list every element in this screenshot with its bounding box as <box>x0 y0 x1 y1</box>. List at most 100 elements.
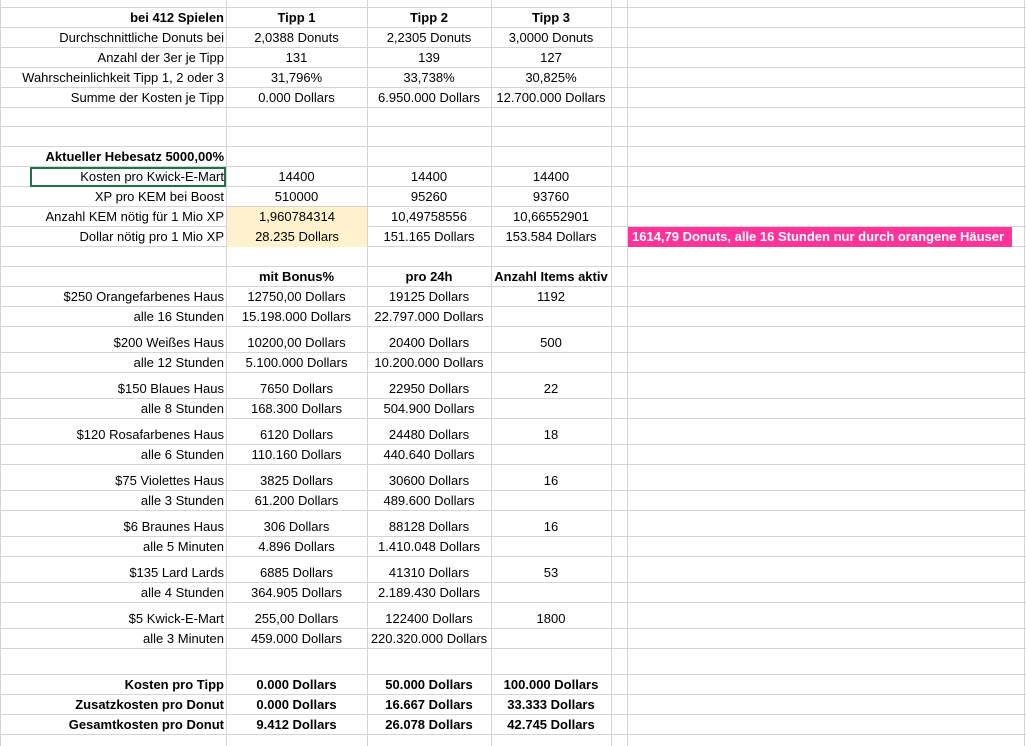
kem-label-selected[interactable]: Kosten pro Kwick-E-Mart <box>30 167 226 187</box>
item-name[interactable]: $75 Violettes Haus <box>0 471 226 491</box>
item-per24-total[interactable]: 504.900 Dollars <box>367 399 491 419</box>
header-tipp1[interactable]: Tipp 1 <box>226 8 367 28</box>
kem-t3[interactable]: 14400 <box>491 167 611 187</box>
summary-t3[interactable]: 30,825% <box>491 68 611 88</box>
item-active[interactable]: 53 <box>491 563 611 583</box>
summary-t1[interactable]: 0.000 Dollars <box>226 88 367 108</box>
total-t1[interactable]: 9.412 Dollars <box>226 715 367 735</box>
kem-t2[interactable]: 95260 <box>367 187 491 207</box>
summary-t2[interactable]: 6.950.000 Dollars <box>367 88 491 108</box>
item-active[interactable]: 500 <box>491 333 611 353</box>
items-header-per24[interactable]: pro 24h <box>367 267 491 287</box>
kem-t1-highlight[interactable]: 1,960784314 <box>227 207 367 227</box>
item-interval[interactable]: alle 3 Minuten <box>0 629 226 649</box>
total-t1[interactable]: 0.000 Dollars <box>226 695 367 715</box>
item-per24[interactable]: 30600 Dollars <box>367 471 491 491</box>
total-t2[interactable]: 26.078 Dollars <box>367 715 491 735</box>
item-per24[interactable]: 88128 Dollars <box>367 517 491 537</box>
item-active[interactable]: 18 <box>491 425 611 445</box>
kem-t2[interactable]: 151.165 Dollars <box>367 227 491 247</box>
item-bonus-total[interactable]: 61.200 Dollars <box>226 491 367 511</box>
item-bonus[interactable]: 306 Dollars <box>226 517 367 537</box>
item-per24-total[interactable]: 22.797.000 Dollars <box>367 307 491 327</box>
summary-t1[interactable]: 2,0388 Donuts <box>226 28 367 48</box>
summary-t3[interactable]: 12.700.000 Dollars <box>491 88 611 108</box>
item-bonus-total[interactable]: 168.300 Dollars <box>226 399 367 419</box>
total-t3[interactable]: 100.000 Dollars <box>491 675 611 695</box>
header-tipp2[interactable]: Tipp 2 <box>367 8 491 28</box>
item-active[interactable]: 1192 <box>491 287 611 307</box>
kem-t3[interactable]: 153.584 Dollars <box>491 227 611 247</box>
item-name[interactable]: $5 Kwick-E-Mart <box>0 609 226 629</box>
item-bonus[interactable]: 3825 Dollars <box>226 471 367 491</box>
item-per24-total[interactable]: 1.410.048 Dollars <box>367 537 491 557</box>
item-per24-total[interactable]: 10.200.000 Dollars <box>367 353 491 373</box>
item-per24-total[interactable]: 489.600 Dollars <box>367 491 491 511</box>
kem-t2[interactable]: 14400 <box>367 167 491 187</box>
total-label[interactable]: Zusatzkosten pro Donut <box>0 695 226 715</box>
item-bonus[interactable]: 12750,00 Dollars <box>226 287 367 307</box>
item-bonus-total[interactable]: 364.905 Dollars <box>226 583 367 603</box>
item-interval[interactable]: alle 8 Stunden <box>0 399 226 419</box>
summary-label[interactable]: Durchschnittliche Donuts bei <box>0 28 226 48</box>
item-per24[interactable]: 20400 Dollars <box>367 333 491 353</box>
item-interval[interactable]: alle 16 Stunden <box>0 307 226 327</box>
items-header-bonus[interactable]: mit Bonus% <box>226 267 367 287</box>
item-name[interactable]: $250 Orangefarbenes Haus <box>0 287 226 307</box>
item-bonus-total[interactable]: 15.198.000 Dollars <box>226 307 367 327</box>
item-per24[interactable]: 24480 Dollars <box>367 425 491 445</box>
summary-t2[interactable]: 2,2305 Donuts <box>367 28 491 48</box>
item-per24[interactable]: 19125 Dollars <box>367 287 491 307</box>
kem-t3[interactable]: 93760 <box>491 187 611 207</box>
kem-t1[interactable]: 14400 <box>226 167 367 187</box>
items-header-active[interactable]: Anzahl Items aktiv <box>491 267 611 287</box>
kem-label[interactable]: Dollar nötig pro 1 Mio XP <box>0 227 226 247</box>
total-label[interactable]: Kosten pro Tipp <box>0 675 226 695</box>
hebesatz-label[interactable]: Aktueller Hebesatz 5000,00% <box>0 147 226 167</box>
kem-t3[interactable]: 10,66552901 <box>491 207 611 227</box>
item-name[interactable]: $150 Blaues Haus <box>0 379 226 399</box>
summary-label[interactable]: Anzahl der 3er je Tipp <box>0 48 226 68</box>
header-tipp3[interactable]: Tipp 3 <box>491 8 611 28</box>
summary-t2[interactable]: 33,738% <box>367 68 491 88</box>
kem-t2[interactable]: 10,49758556 <box>367 207 491 227</box>
summary-t1[interactable]: 131 <box>226 48 367 68</box>
header-label[interactable]: bei 412 Spielen <box>0 8 226 28</box>
item-per24-total[interactable]: 2.189.430 Dollars <box>367 583 491 603</box>
summary-label[interactable]: Summe der Kosten je Tipp <box>0 88 226 108</box>
summary-t1[interactable]: 31,796% <box>226 68 367 88</box>
item-bonus-total[interactable]: 4.896 Dollars <box>226 537 367 557</box>
item-bonus[interactable]: 6885 Dollars <box>226 563 367 583</box>
pink-note-cell[interactable]: 1614,79 Donuts, alle 16 Stunden nur durc… <box>628 227 1012 247</box>
item-bonus-total[interactable]: 110.160 Dollars <box>226 445 367 465</box>
item-interval[interactable]: alle 3 Stunden <box>0 491 226 511</box>
item-active[interactable]: 16 <box>491 471 611 491</box>
summary-t2[interactable]: 139 <box>367 48 491 68</box>
total-t2[interactable]: 16.667 Dollars <box>367 695 491 715</box>
item-per24[interactable]: 122400 Dollars <box>367 609 491 629</box>
item-interval[interactable]: alle 5 Minuten <box>0 537 226 557</box>
item-active[interactable]: 16 <box>491 517 611 537</box>
item-active[interactable]: 1800 <box>491 609 611 629</box>
spreadsheet-grid[interactable]: bei 412 Spielen Tipp 1 Tipp 2 Tipp 3 Dur… <box>0 0 1026 746</box>
item-bonus[interactable]: 6120 Dollars <box>226 425 367 445</box>
item-active[interactable]: 22 <box>491 379 611 399</box>
item-bonus[interactable]: 10200,00 Dollars <box>226 333 367 353</box>
total-t3[interactable]: 42.745 Dollars <box>491 715 611 735</box>
item-bonus[interactable]: 7650 Dollars <box>226 379 367 399</box>
total-t3[interactable]: 33.333 Dollars <box>491 695 611 715</box>
item-per24-total[interactable]: 440.640 Dollars <box>367 445 491 465</box>
summary-label[interactable]: Wahrscheinlichkeit Tipp 1, 2 oder 3 <box>0 68 226 88</box>
item-bonus-total[interactable]: 5.100.000 Dollars <box>226 353 367 373</box>
item-per24-total[interactable]: 220.320.000 Dollars <box>367 629 491 649</box>
kem-label[interactable]: XP pro KEM bei Boost <box>0 187 226 207</box>
item-name[interactable]: $135 Lard Lards <box>0 563 226 583</box>
kem-t1-highlight[interactable]: 28.235 Dollars <box>227 227 367 247</box>
item-bonus[interactable]: 255,00 Dollars <box>226 609 367 629</box>
item-bonus-total[interactable]: 459.000 Dollars <box>226 629 367 649</box>
total-label[interactable]: Gesamtkosten pro Donut <box>0 715 226 735</box>
kem-t1[interactable]: 510000 <box>226 187 367 207</box>
item-name[interactable]: $6 Braunes Haus <box>0 517 226 537</box>
item-per24[interactable]: 22950 Dollars <box>367 379 491 399</box>
kem-label[interactable]: Anzahl KEM nötig für 1 Mio XP <box>0 207 226 227</box>
